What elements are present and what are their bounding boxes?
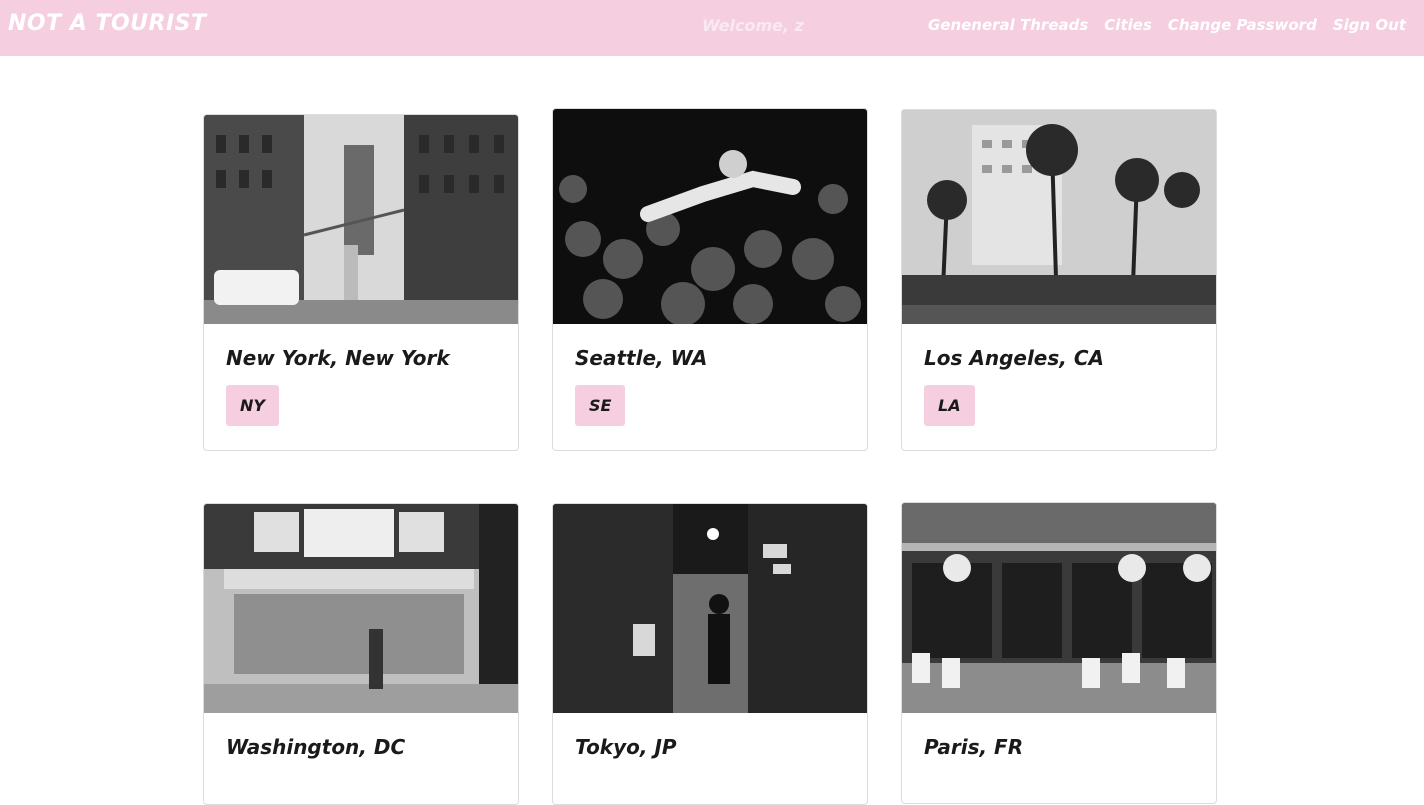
city-name: Paris, FR [924,735,1024,759]
city-name: Seattle, WA [575,346,708,370]
city-name: Washington, DC [226,735,406,759]
navbar: NOT A TOURIST Welcome, z Geneneral Threa… [0,0,1424,56]
city-code-badge[interactable]: LA [924,385,975,426]
nav-link-sign-out[interactable]: Sign Out [1333,16,1406,34]
seattle-photo[interactable] [553,109,867,324]
nav-link-general-threads[interactable]: Geneneral Threads [928,16,1088,34]
city-card-washington[interactable]: Washington, DC [203,503,519,805]
city-name: New York, New York [226,346,450,370]
nav-link-cities[interactable]: Cities [1104,16,1152,34]
nav-links: Geneneral Threads Cities Change Password… [928,16,1406,34]
tokyo-photo[interactable] [553,504,867,713]
brand-logo[interactable]: NOT A TOURIST [8,11,207,36]
city-code-badge[interactable]: NY [226,385,279,426]
new-york-photo[interactable] [204,115,518,324]
los-angeles-photo[interactable] [902,110,1216,324]
city-card-paris[interactable]: Paris, FR [901,502,1217,804]
city-name: Los Angeles, CA [924,346,1104,370]
city-code-badge[interactable]: SE [575,385,626,426]
washington-photo[interactable] [204,504,518,713]
city-card-tokyo[interactable]: Tokyo, JP [552,503,868,805]
city-card-seattle[interactable]: Seattle, WA SE [552,108,868,451]
city-name: Tokyo, JP [575,735,677,759]
nav-link-change-password[interactable]: Change Password [1168,16,1317,34]
welcome-message: Welcome, z [702,16,804,35]
city-card-los-angeles[interactable]: Los Angeles, CA LA [901,109,1217,451]
paris-photo[interactable] [902,503,1216,713]
city-card-new-york[interactable]: New York, New York NY [203,114,519,451]
